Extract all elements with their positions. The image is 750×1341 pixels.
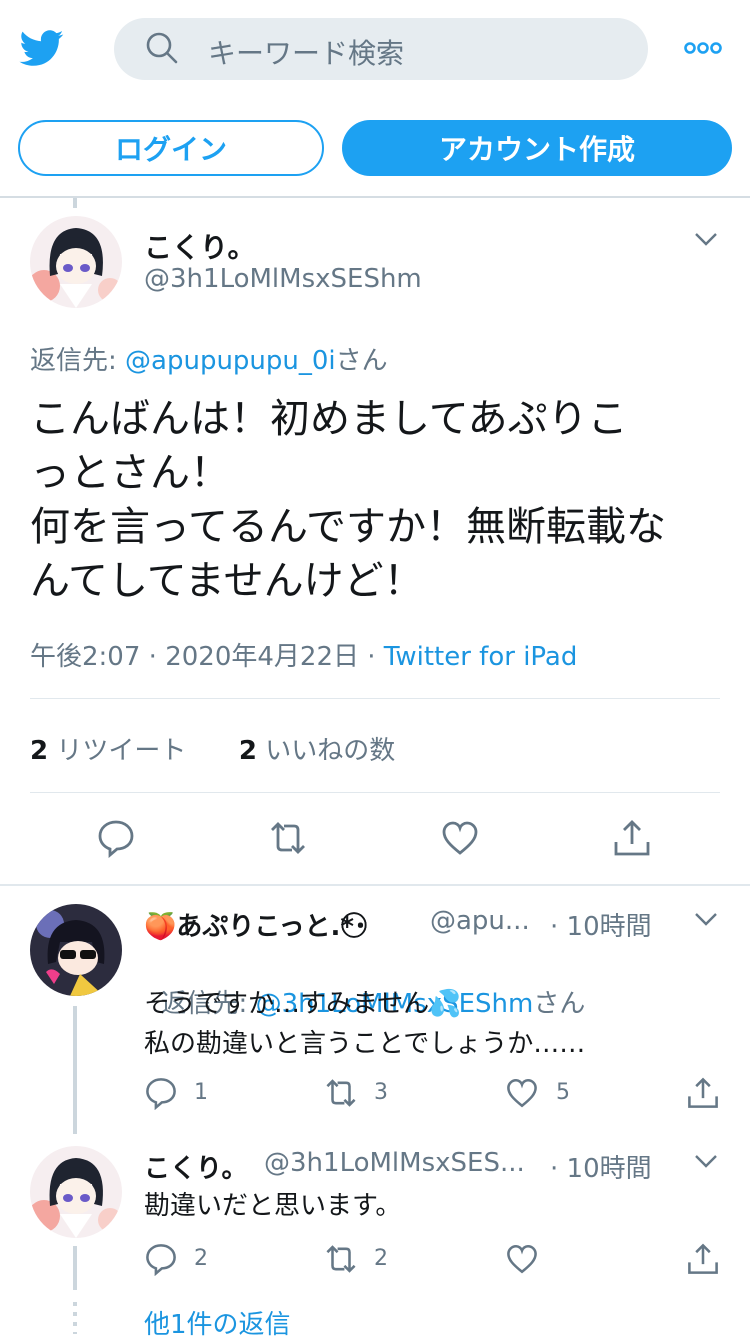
replying-user-link[interactable]: @apupupupu_0i xyxy=(125,346,336,376)
author-handle[interactable]: @3h1LoMlMsxSEShm xyxy=(144,264,422,294)
reply-author-name[interactable]: こくり。 xyxy=(144,1148,247,1185)
signup-button[interactable]: アカウント作成 xyxy=(342,120,732,176)
replying-prefix: 返信先: xyxy=(30,346,126,376)
reply-count: 1 xyxy=(194,1080,208,1105)
peach-emoji: 🍑 xyxy=(144,912,177,942)
avatar[interactable] xyxy=(30,1146,122,1238)
reply-text: そうですか…すみません💦 私の勘違いと言うことでしょうか…… xyxy=(144,989,586,1059)
search-placeholder[interactable]: キーワード検索 xyxy=(208,32,404,72)
replying-suffix: さん xyxy=(335,346,388,376)
retweet-icon[interactable] xyxy=(324,1242,358,1276)
separator-dot: · xyxy=(148,642,157,672)
thread-line xyxy=(73,1246,77,1290)
retweet-count: 2 xyxy=(374,1246,388,1271)
tweet-date[interactable]: 2020年4月22日 xyxy=(165,642,359,672)
chevron-down-icon[interactable] xyxy=(694,232,718,246)
like-icon[interactable] xyxy=(505,1076,539,1110)
chevron-down-icon[interactable] xyxy=(694,912,718,926)
separator-dot: · xyxy=(367,642,376,672)
chevron-down-icon[interactable] xyxy=(694,1154,718,1168)
like-icon[interactable] xyxy=(505,1242,539,1276)
replying-to: 返信先: @apupupupu_0iさん xyxy=(30,340,388,377)
avatar[interactable] xyxy=(30,216,122,308)
thread-line xyxy=(73,198,77,208)
reply-count: 2 xyxy=(194,1246,208,1271)
like-count: 2 xyxy=(238,736,257,766)
divider xyxy=(30,792,720,793)
retweet-stat[interactable]: 2 リツイート xyxy=(30,736,186,766)
retweet-icon[interactable] xyxy=(324,1076,358,1110)
header-divider xyxy=(0,196,750,198)
like-count: 5 xyxy=(556,1080,570,1105)
like-label: いいねの数 xyxy=(265,736,396,766)
more-dots-icon[interactable] xyxy=(684,41,722,55)
thread-line xyxy=(73,1006,77,1134)
tweet-source-link[interactable]: Twitter for iPad xyxy=(384,642,578,672)
share-icon[interactable] xyxy=(686,1242,720,1276)
retweet-count: 2 xyxy=(30,736,49,766)
retweet-icon[interactable] xyxy=(268,818,308,858)
reply-icon[interactable] xyxy=(144,1076,178,1110)
thread-dotted-line xyxy=(73,1302,77,1334)
reply-time[interactable]: · 10時間 xyxy=(550,906,652,943)
tweet-stats: 2 リツイート 2 いいねの数 xyxy=(30,730,395,767)
reply-time[interactable]: · 10時間 xyxy=(550,1148,652,1185)
twitter-bird-icon[interactable] xyxy=(18,26,66,70)
reply-author-name[interactable]: 🍑あぷりこっと.*･⃝⃝ xyxy=(144,906,367,943)
reply-author-name-text: あぷりこっと.*･ xyxy=(176,912,368,942)
tweet-meta: 午後2:07 · 2020年4月22日 · Twitter for iPad xyxy=(30,636,577,673)
divider xyxy=(30,698,720,699)
like-icon[interactable] xyxy=(440,818,480,858)
author-name[interactable]: こくり。 xyxy=(144,226,255,266)
reply-icon[interactable] xyxy=(96,818,136,858)
tweet-time[interactable]: 午後2:07 xyxy=(30,642,140,672)
retweet-label: リツイート xyxy=(56,736,187,766)
share-icon[interactable] xyxy=(612,818,652,858)
search-icon xyxy=(146,32,178,64)
section-divider xyxy=(0,884,750,886)
reply-text: 勘違いだと思います。 xyxy=(144,1191,402,1221)
share-icon[interactable] xyxy=(686,1076,720,1110)
retweet-count: 3 xyxy=(374,1080,388,1105)
avatar[interactable] xyxy=(30,904,122,996)
tweet-text: こんばんは！初めましてあぷりこ っとさん！ 何を言ってるんですか！無断転載な ん… xyxy=(30,396,666,604)
login-button[interactable]: ログイン xyxy=(18,120,324,176)
reply-icon[interactable] xyxy=(144,1242,178,1276)
more-replies-link[interactable]: 他1件の返信 xyxy=(144,1304,291,1341)
reply-author-handle[interactable]: @3h1LoMlMsxSES... xyxy=(264,1148,525,1178)
reply-author-handle[interactable]: @apu... xyxy=(430,906,530,936)
like-stat[interactable]: 2 いいねの数 xyxy=(239,736,395,766)
